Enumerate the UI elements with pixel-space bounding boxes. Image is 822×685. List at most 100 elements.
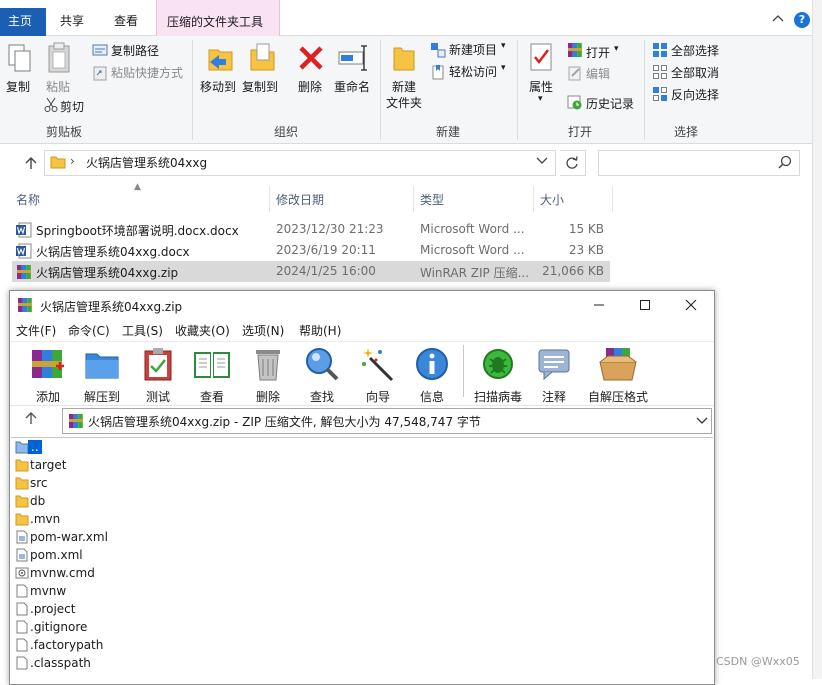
list-item[interactable]: mvnw bbox=[13, 583, 203, 601]
column-divider[interactable] bbox=[269, 186, 270, 212]
move-to-button[interactable]: 移动到 bbox=[200, 78, 236, 95]
scissors-icon[interactable] bbox=[44, 97, 58, 113]
column-header-size[interactable]: 大小 bbox=[540, 191, 564, 208]
copy-to-button[interactable]: 复制到 bbox=[242, 78, 278, 95]
new-folder-button[interactable]: 新建 bbox=[392, 78, 416, 95]
winrar-up-arrow-icon[interactable] bbox=[24, 411, 38, 425]
winrar-app-icon[interactable] bbox=[17, 297, 33, 313]
open-button[interactable]: 打开 bbox=[586, 44, 610, 61]
virus-scan-button[interactable]: 扫描病毒 bbox=[474, 346, 522, 404]
menu-commands[interactable]: 命令(C) bbox=[68, 322, 110, 339]
column-header-type[interactable]: 类型 bbox=[420, 191, 444, 208]
new-folder-icon[interactable] bbox=[392, 44, 416, 72]
easy-access-dropdown-icon[interactable]: ▾ bbox=[501, 63, 506, 73]
invert-selection-button[interactable]: 反向选择 bbox=[671, 86, 719, 103]
maximize-button[interactable] bbox=[622, 291, 668, 319]
paste-button[interactable]: 粘贴 bbox=[46, 78, 70, 95]
up-arrow-icon[interactable] bbox=[24, 156, 38, 170]
refresh-button[interactable] bbox=[560, 150, 586, 176]
winrar-title-bar[interactable]: 火锅店管理系统04xxg.zip bbox=[10, 291, 714, 319]
column-divider[interactable] bbox=[413, 186, 414, 212]
column-header-date[interactable]: 修改日期 bbox=[276, 191, 324, 208]
tab-home[interactable]: 主页 bbox=[0, 8, 46, 36]
properties-dropdown-icon[interactable]: ▾ bbox=[538, 94, 543, 104]
list-item[interactable]: pom-war.xml bbox=[13, 529, 203, 547]
menu-file[interactable]: 文件(F) bbox=[16, 322, 56, 339]
new-item-icon[interactable] bbox=[430, 42, 446, 58]
address-history-dropdown-icon[interactable] bbox=[536, 157, 548, 165]
select-all-icon[interactable] bbox=[652, 42, 668, 58]
list-item[interactable]: mvnw.cmd bbox=[13, 565, 203, 583]
new-folder-button-line2[interactable]: 文件夹 bbox=[386, 94, 422, 111]
copy-to-icon[interactable] bbox=[248, 42, 278, 74]
easy-access-icon[interactable] bbox=[430, 64, 446, 80]
properties-icon[interactable] bbox=[529, 42, 555, 74]
paste-shortcut-icon[interactable] bbox=[92, 65, 108, 81]
info-button[interactable]: 信息 bbox=[412, 346, 452, 404]
easy-access-button[interactable]: 轻松访问 bbox=[449, 63, 497, 80]
rename-icon[interactable] bbox=[338, 44, 370, 72]
delete-icon[interactable] bbox=[297, 44, 325, 72]
delete-button[interactable]: 删除 bbox=[298, 78, 322, 95]
winrar-open-icon[interactable] bbox=[567, 42, 583, 58]
menu-favorites[interactable]: 收藏夹(O) bbox=[175, 322, 230, 339]
new-item-button[interactable]: 新建项目 bbox=[449, 41, 497, 58]
tab-view[interactable]: 查看 bbox=[106, 8, 146, 36]
edit-icon[interactable] bbox=[567, 65, 583, 81]
list-item[interactable]: .gitignore bbox=[13, 619, 203, 637]
winrar-file-list[interactable]: .. target src db .mvn pom-war.xml pom.xm… bbox=[11, 437, 713, 685]
list-item[interactable]: .project bbox=[13, 601, 203, 619]
paste-icon[interactable] bbox=[47, 42, 73, 74]
find-button[interactable]: 查找 bbox=[302, 346, 342, 404]
menu-options[interactable]: 选项(N) bbox=[242, 322, 284, 339]
copy-path-button[interactable]: 复制路径 bbox=[111, 42, 159, 59]
rename-button[interactable]: 重命名 bbox=[334, 78, 370, 95]
edit-button[interactable]: 编辑 bbox=[586, 65, 610, 82]
tab-share[interactable]: 共享 bbox=[52, 8, 92, 36]
view-button[interactable]: 查看 bbox=[192, 346, 232, 404]
open-dropdown-icon[interactable]: ▾ bbox=[614, 44, 619, 54]
search-input[interactable] bbox=[598, 150, 800, 176]
extract-to-button[interactable]: 解压到 bbox=[82, 346, 122, 404]
sfx-button[interactable]: 自解压格式 bbox=[588, 346, 648, 404]
column-header-name[interactable]: 名称 bbox=[16, 191, 40, 208]
tab-compressed-folder-tools[interactable]: 压缩的文件夹工具 bbox=[156, 0, 280, 36]
invert-selection-icon[interactable] bbox=[652, 86, 668, 102]
menu-tools[interactable]: 工具(S) bbox=[122, 322, 163, 339]
cut-button[interactable]: 剪切 bbox=[60, 98, 84, 115]
select-none-icon[interactable] bbox=[652, 64, 668, 80]
column-divider[interactable] bbox=[612, 186, 613, 212]
menu-help[interactable]: 帮助(H) bbox=[299, 322, 341, 339]
copy-icon[interactable] bbox=[8, 44, 32, 74]
paste-shortcut-button[interactable]: 粘贴快捷方式 bbox=[111, 64, 183, 81]
select-all-button[interactable]: 全部选择 bbox=[671, 42, 719, 59]
file-row-selected[interactable]: 火锅店管理系统04xxg.zip 2024/1/25 16:00 WinRAR … bbox=[12, 261, 610, 282]
comment-button[interactable]: 注释 bbox=[534, 346, 574, 404]
minimize-button[interactable] bbox=[576, 291, 622, 319]
help-icon[interactable]: ? bbox=[794, 12, 810, 28]
column-divider[interactable] bbox=[533, 186, 534, 212]
search-icon[interactable] bbox=[778, 155, 792, 169]
breadcrumb-chevron-icon[interactable]: › bbox=[70, 154, 75, 168]
history-button[interactable]: 历史记录 bbox=[586, 95, 634, 112]
file-row[interactable]: 火锅店管理系统04xxg.docx 2023/6/19 20:11 Micros… bbox=[12, 240, 610, 261]
list-item[interactable]: pom.xml bbox=[13, 547, 203, 565]
address-path[interactable]: 火锅店管理系统04xxg bbox=[86, 154, 207, 171]
copy-path-icon[interactable] bbox=[92, 43, 108, 57]
move-to-icon[interactable] bbox=[206, 42, 236, 74]
list-item-parent[interactable]: .. bbox=[13, 439, 203, 457]
new-item-dropdown-icon[interactable]: ▾ bbox=[501, 41, 506, 51]
close-button[interactable] bbox=[668, 291, 714, 319]
list-item[interactable]: target bbox=[13, 457, 203, 475]
list-item[interactable]: db bbox=[13, 493, 203, 511]
properties-button[interactable]: 属性 bbox=[529, 78, 553, 95]
chevron-down-icon[interactable] bbox=[696, 417, 708, 425]
list-item[interactable]: src bbox=[13, 475, 203, 493]
list-item[interactable]: .mvn bbox=[13, 511, 203, 529]
file-row[interactable]: Springboot环境部署说明.docx.docx 2023/12/30 21… bbox=[12, 219, 610, 240]
history-icon[interactable] bbox=[567, 94, 583, 110]
select-none-button[interactable]: 全部取消 bbox=[671, 64, 719, 81]
list-item[interactable]: .factorypath bbox=[13, 637, 203, 655]
collapse-ribbon-icon[interactable] bbox=[772, 14, 784, 22]
list-item[interactable]: .classpath bbox=[13, 655, 203, 673]
